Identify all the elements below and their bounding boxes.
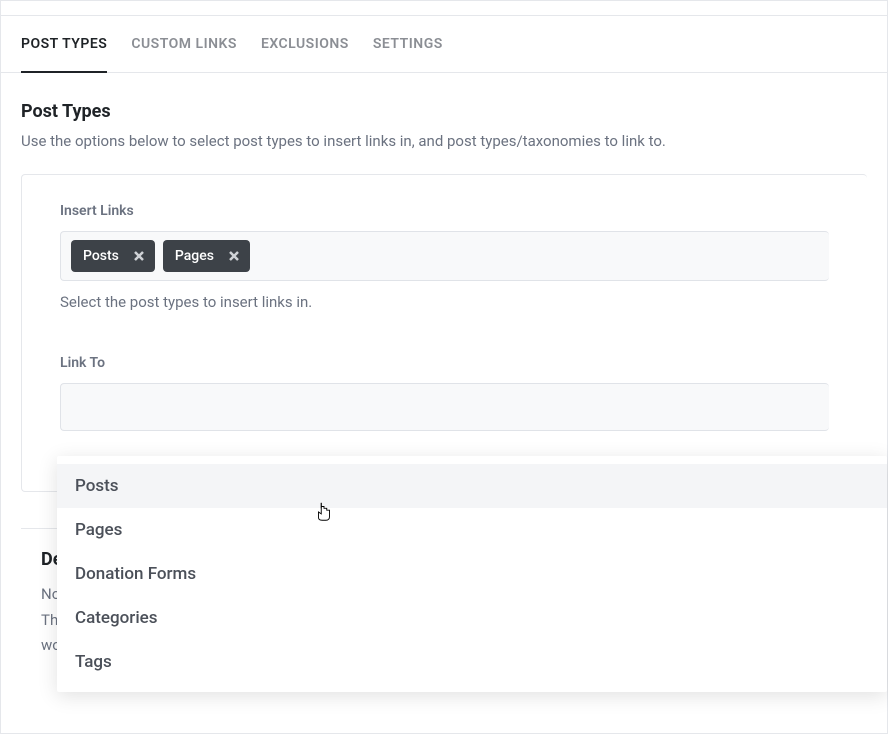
remove-tag-pages[interactable]: [224, 246, 244, 266]
tag-label: Posts: [83, 248, 119, 264]
section-description: Use the options below to select post typ…: [21, 132, 867, 150]
section-title: Post Types: [21, 101, 867, 122]
tag-label: Pages: [175, 248, 214, 264]
dropdown-option-pages[interactable]: Pages: [57, 508, 887, 552]
insert-links-input[interactable]: Posts Pages: [60, 231, 829, 281]
close-icon: [133, 250, 145, 262]
dropdown-option-posts[interactable]: Posts: [57, 464, 887, 508]
insert-links-help: Select the post types to insert links in…: [60, 293, 829, 311]
tag-posts: Posts: [71, 240, 155, 272]
tab-post-types[interactable]: POST TYPES: [21, 16, 107, 72]
app-container: POST TYPES CUSTOM LINKS EXCLUSIONS SETTI…: [0, 0, 888, 734]
tab-exclusions[interactable]: EXCLUSIONS: [261, 16, 349, 72]
tabs-bar: POST TYPES CUSTOM LINKS EXCLUSIONS SETTI…: [1, 15, 887, 73]
link-to-dropdown: Posts Pages Donation Forms Categories Ta…: [57, 456, 887, 692]
link-to-input[interactable]: [60, 383, 829, 431]
tag-pages: Pages: [163, 240, 250, 272]
dropdown-option-donation-forms[interactable]: Donation Forms: [57, 552, 887, 596]
tab-custom-links[interactable]: CUSTOM LINKS: [131, 16, 237, 72]
dropdown-option-categories[interactable]: Categories: [57, 596, 887, 640]
link-to-label: Link To: [60, 355, 829, 371]
remove-tag-posts[interactable]: [129, 246, 149, 266]
dropdown-option-tags[interactable]: Tags: [57, 640, 887, 684]
insert-links-label: Insert Links: [60, 203, 829, 219]
close-icon: [228, 250, 240, 262]
settings-panel: Insert Links Posts Pages Select the post…: [21, 174, 867, 492]
tab-settings[interactable]: SETTINGS: [373, 16, 443, 72]
